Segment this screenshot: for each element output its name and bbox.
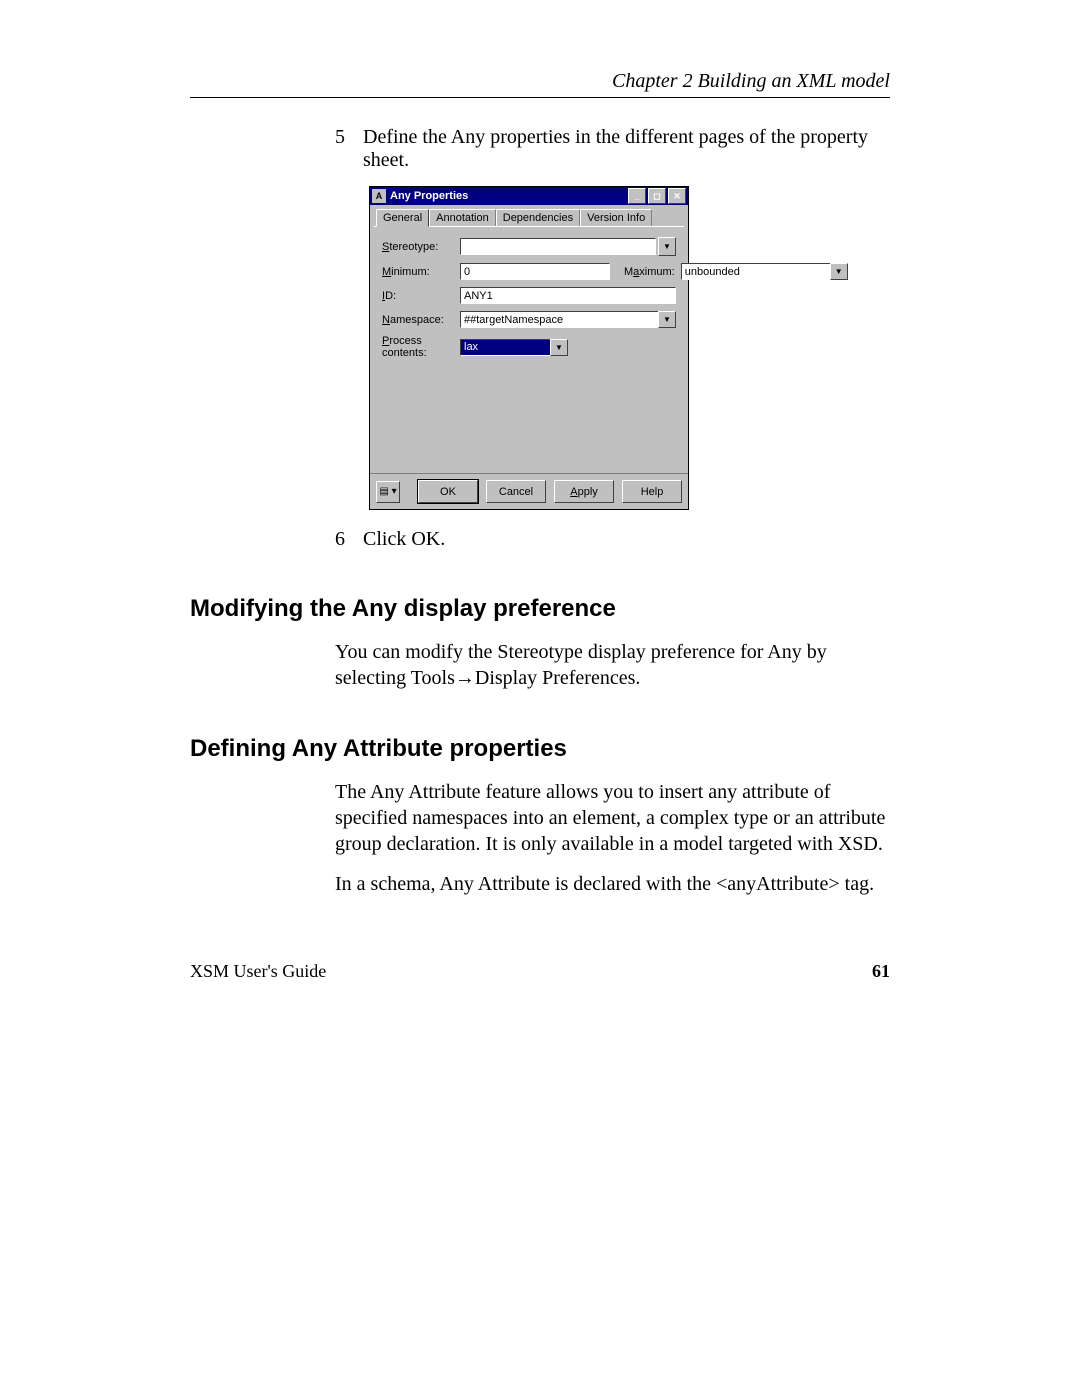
step-5: 5 Define the Any properties in the diffe… xyxy=(335,126,890,172)
page-number: 61 xyxy=(872,961,890,982)
step-text: Define the Any properties in the differe… xyxy=(363,126,890,172)
dialog-screenshot: A Any Properties _ ◻ ✕ General Annotatio… xyxy=(369,186,890,510)
namespace-dropdown-icon[interactable]: ▼ xyxy=(658,311,676,328)
step-text: Click OK. xyxy=(363,528,890,551)
input-minimum[interactable] xyxy=(460,263,610,280)
row-stereotype: Stereotype: ▼ xyxy=(382,237,676,256)
label-namespace: Namespace: xyxy=(382,314,460,326)
body-column: 5 Define the Any properties in the diffe… xyxy=(335,126,890,551)
button-bar: ▤ ▾ OK Cancel Apply Help xyxy=(370,473,688,509)
heading-modifying-display-pref: Modifying the Any display preference xyxy=(190,595,890,623)
label-maximum: Maximum: xyxy=(624,266,675,278)
step-number: 5 xyxy=(335,126,363,172)
para-display-pref: You can modify the Stereotype display pr… xyxy=(335,639,890,691)
ok-button[interactable]: OK xyxy=(418,480,478,503)
heading-defining-any-attr: Defining Any Attribute properties xyxy=(190,735,890,763)
close-button[interactable]: ✕ xyxy=(668,188,686,204)
label-id: ID: xyxy=(382,290,460,302)
apply-button[interactable]: Apply xyxy=(554,480,614,503)
tab-dependencies[interactable]: Dependencies xyxy=(496,209,580,226)
tab-annotation[interactable]: Annotation xyxy=(429,209,496,226)
tab-panel-general: Stereotype: ▼ Minimum: Maximum: ▼ xyxy=(374,226,684,473)
maximize-button[interactable]: ◻ xyxy=(648,188,666,204)
minimize-button[interactable]: _ xyxy=(628,188,646,204)
combo-namespace: ▼ xyxy=(460,311,676,328)
input-namespace[interactable] xyxy=(460,311,658,328)
page-footer: XSM User's Guide 61 xyxy=(190,961,890,982)
input-stereotype[interactable] xyxy=(460,238,656,255)
menu-icon[interactable]: ▤ ▾ xyxy=(376,481,400,503)
footer-guide: XSM User's Guide xyxy=(190,961,326,982)
step-6: 6 Click OK. xyxy=(335,528,890,551)
tab-version-info[interactable]: Version Info xyxy=(580,209,652,226)
process-dropdown-icon[interactable]: ▼ xyxy=(550,339,568,356)
help-button[interactable]: Help xyxy=(622,480,682,503)
input-process-contents[interactable] xyxy=(460,339,550,356)
combo-process-contents: ▼ xyxy=(460,339,568,356)
input-id[interactable] xyxy=(460,287,676,304)
row-id: ID: xyxy=(382,287,676,304)
para-any-attr-1: The Any Attribute feature allows you to … xyxy=(335,779,890,857)
combo-maximum: ▼ xyxy=(681,263,848,280)
cancel-button[interactable]: Cancel xyxy=(486,480,546,503)
tab-strip: General Annotation Dependencies Version … xyxy=(370,205,688,226)
label-stereotype: Stereotype: xyxy=(382,241,460,253)
page: Chapter 2 Building an XML model 5 Define… xyxy=(0,0,1080,1397)
chapter-header: Chapter 2 Building an XML model xyxy=(190,70,890,98)
any-properties-dialog: A Any Properties _ ◻ ✕ General Annotatio… xyxy=(369,186,689,510)
step-number: 6 xyxy=(335,528,363,551)
titlebar: A Any Properties _ ◻ ✕ xyxy=(370,187,688,205)
window-title: Any Properties xyxy=(390,190,626,202)
label-process-contents: Process contents: xyxy=(382,335,460,359)
input-maximum[interactable] xyxy=(681,263,830,280)
row-namespace: Namespace: ▼ xyxy=(382,311,676,328)
app-icon: A xyxy=(372,189,386,203)
maximum-dropdown-icon[interactable]: ▼ xyxy=(830,263,848,280)
stereotype-dropdown-icon[interactable]: ▼ xyxy=(658,237,676,256)
row-process: Process contents: ▼ xyxy=(382,335,676,359)
row-min-max: Minimum: Maximum: ▼ xyxy=(382,263,676,280)
tab-general[interactable]: General xyxy=(376,209,429,227)
para-any-attr-2: In a schema, Any Attribute is declared w… xyxy=(335,871,890,897)
label-minimum: Minimum: xyxy=(382,266,460,278)
